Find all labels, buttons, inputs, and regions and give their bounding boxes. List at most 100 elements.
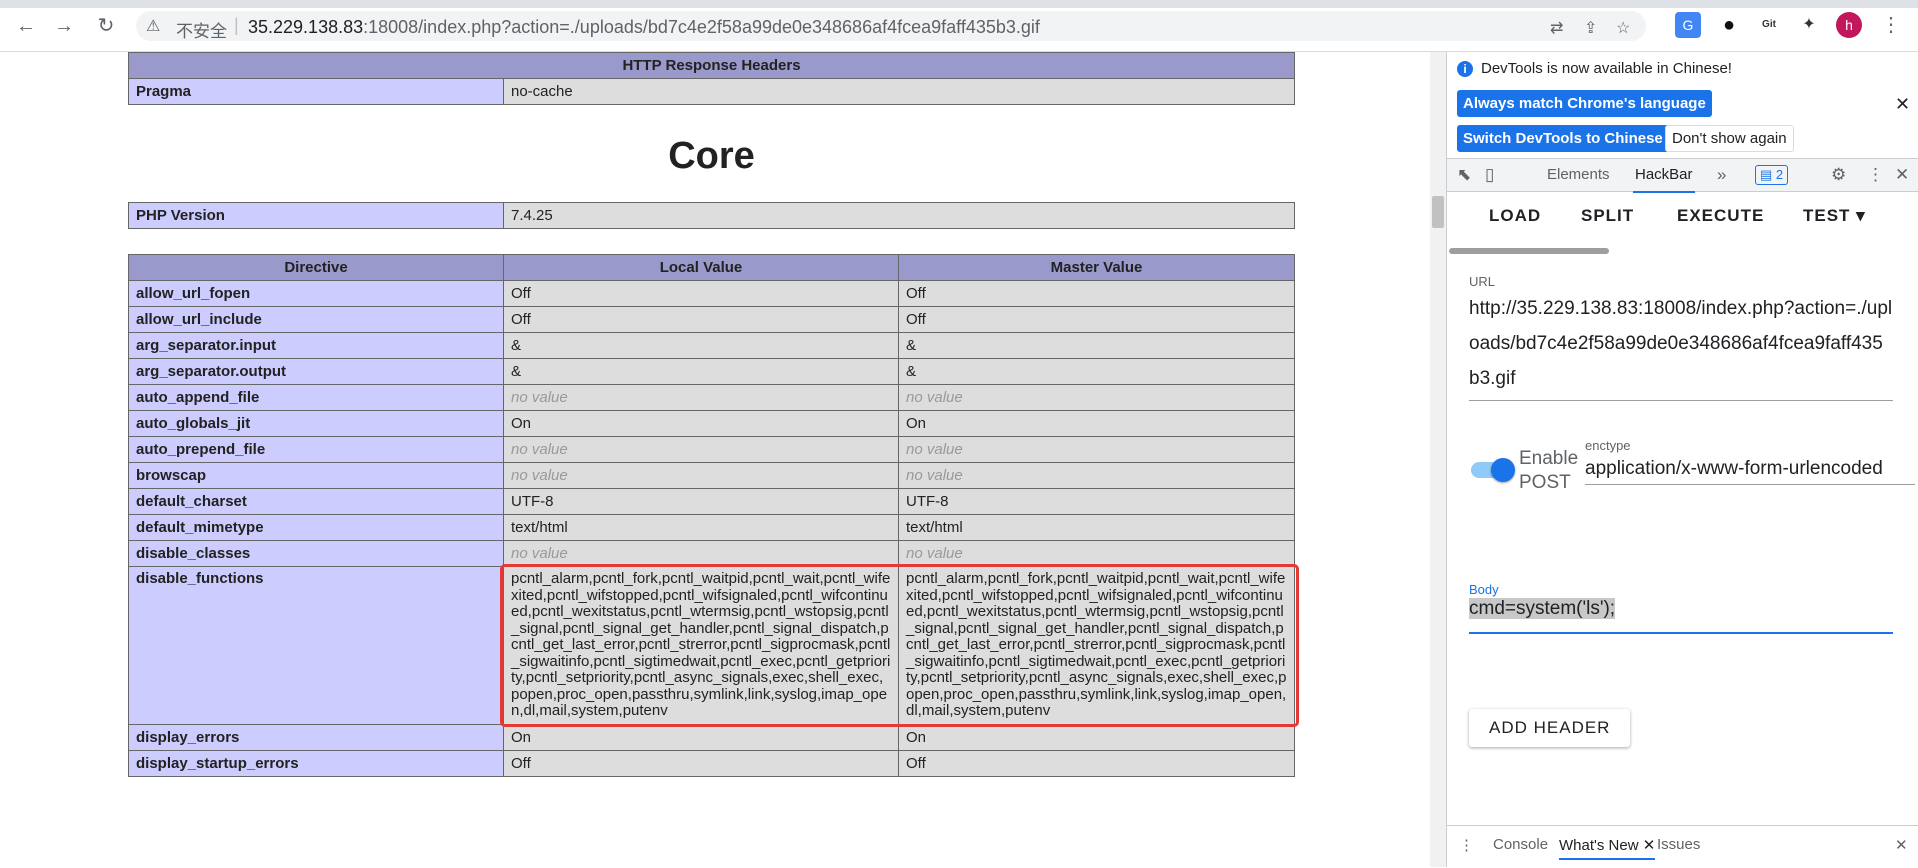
switch-language-button[interactable]: Switch DevTools to Chinese	[1457, 125, 1669, 152]
translate-icon[interactable]: ⇄	[1550, 18, 1563, 38]
local-value: no value	[503, 540, 899, 567]
no-value-text: no value	[906, 441, 963, 458]
page-content: HTTP Response Headers Pragma no-cache Co…	[0, 52, 1430, 867]
menu-icon[interactable]: ⋮	[1878, 12, 1904, 38]
master-value: no value	[898, 540, 1295, 567]
enctype-label: enctype	[1585, 438, 1631, 453]
dont-show-again-button[interactable]: Don't show again	[1665, 125, 1794, 152]
warning-icon: ⚠	[146, 18, 161, 35]
table-row: browscap no value no value	[128, 462, 1295, 489]
more-options-icon[interactable]: ⋮	[1867, 165, 1884, 185]
directive-name: display_startup_errors	[128, 749, 504, 777]
issues-badge[interactable]: ▤ 2	[1755, 165, 1789, 185]
url-host: 35.229.138.83	[248, 17, 364, 37]
puzzle-extensions-icon[interactable]: ✦	[1796, 12, 1822, 38]
devtools-panel: i DevTools is now available in Chinese! …	[1446, 52, 1918, 868]
no-value-text: no value	[511, 441, 568, 458]
tab-console[interactable]: Console	[1493, 836, 1548, 853]
master-value: no value	[898, 462, 1295, 489]
notice-message: DevTools is now available in Chinese!	[1481, 60, 1732, 77]
table-row: display_startup_errors Off Off	[128, 749, 1295, 777]
url-path: :18008/index.php?action=./uploads/bd7c4e…	[363, 17, 1040, 37]
more-tabs-icon[interactable]: »	[1717, 165, 1726, 185]
column-header: Directive	[128, 254, 504, 281]
avatar[interactable]: h	[1836, 12, 1862, 38]
local-value: UTF-8	[503, 488, 899, 515]
close-drawer-icon[interactable]: ✕	[1895, 836, 1908, 854]
load-button[interactable]: LOAD	[1489, 206, 1541, 226]
gitzip-extension-icon[interactable]: Git	[1756, 12, 1782, 38]
column-header: Master Value	[898, 254, 1295, 281]
page-scrollbar[interactable]	[1430, 52, 1446, 867]
no-value-text: no value	[906, 545, 963, 562]
drawer-menu-icon[interactable]: ⋮	[1459, 836, 1474, 854]
close-icon[interactable]: ✕	[1895, 94, 1910, 115]
enable-post-label: Enable POST	[1519, 448, 1579, 493]
master-value: no value	[898, 384, 1295, 411]
split-button[interactable]: SPLIT	[1581, 206, 1634, 226]
enable-post-toggle[interactable]	[1471, 458, 1515, 482]
body-label: Body	[1469, 582, 1499, 597]
master-value: &	[898, 358, 1295, 385]
master-value: On	[898, 723, 1295, 751]
highlight-box	[499, 563, 1299, 727]
reload-button[interactable]: ↻	[94, 14, 118, 38]
address-bar[interactable]: ⚠ 不安全 | 35.229.138.83:18008/index.php?ac…	[136, 11, 1646, 41]
table-row: arg_separator.input & &	[128, 332, 1295, 359]
url-label: URL	[1469, 274, 1496, 289]
master-value: no value	[898, 436, 1295, 463]
device-toggle-icon[interactable]: ▯	[1485, 165, 1494, 185]
column-header: Local Value	[503, 254, 899, 281]
add-header-button[interactable]: ADD HEADER	[1469, 709, 1631, 747]
google-translate-extension-icon[interactable]: G	[1675, 12, 1701, 38]
info-icon: i	[1457, 61, 1473, 77]
toggle-knob[interactable]	[1491, 458, 1515, 482]
tab-hackbar[interactable]: HackBar	[1633, 159, 1695, 193]
table-row: disable_classes no value no value	[128, 540, 1295, 567]
table-row: default_charset UTF-8 UTF-8	[128, 488, 1295, 515]
close-tab-icon[interactable]: ✕	[1643, 837, 1656, 854]
language-notice: i DevTools is now available in Chinese! …	[1447, 52, 1918, 158]
directive-name: browscap	[128, 462, 504, 489]
table-header: HTTP Response Headers	[128, 52, 1295, 79]
body-input[interactable]: cmd=system('ls');	[1469, 598, 1893, 634]
section-title: Core	[668, 135, 755, 177]
separator: |	[234, 15, 239, 35]
table-row: arg_separator.output & &	[128, 358, 1295, 385]
circle-extension-icon[interactable]: ●	[1716, 12, 1742, 38]
url-input[interactable]: http://35.229.138.83:18008/index.php?act…	[1469, 291, 1893, 401]
directive-name: display_errors	[128, 723, 504, 751]
share-icon[interactable]: ⇪	[1584, 18, 1597, 38]
browser-toolbar: ← → ↻ ⚠ 不安全 | 35.229.138.83:18008/index.…	[0, 0, 1918, 52]
table-row: display_errors On On	[128, 723, 1295, 751]
directive-name: auto_globals_jit	[128, 410, 504, 437]
match-language-button[interactable]: Always match Chrome's language	[1457, 90, 1712, 117]
hackbar-scrollbar[interactable]	[1449, 248, 1609, 254]
test-dropdown[interactable]: TEST ▾	[1803, 206, 1866, 226]
enctype-select[interactable]: application/x-www-form-urlencoded	[1585, 458, 1915, 485]
test-label: TEST	[1803, 206, 1851, 225]
master-value: Off	[898, 749, 1295, 777]
close-devtools-icon[interactable]: ✕	[1895, 165, 1909, 185]
local-value: &	[503, 358, 899, 385]
url-text[interactable]: 35.229.138.83:18008/index.php?action=./u…	[248, 17, 1040, 38]
forward-button[interactable]: →	[52, 14, 76, 38]
execute-button[interactable]: EXECUTE	[1677, 206, 1764, 226]
directive-name: allow_url_include	[128, 306, 504, 333]
directive-name: arg_separator.input	[128, 332, 504, 359]
no-value-text: no value	[906, 389, 963, 406]
settings-icon[interactable]: ⚙	[1831, 165, 1846, 185]
tab-elements[interactable]: Elements	[1547, 159, 1610, 191]
local-value: no value	[503, 462, 899, 489]
scrollbar-thumb[interactable]	[1432, 196, 1444, 228]
star-icon[interactable]: ☆	[1616, 18, 1630, 38]
tab-whats-new[interactable]: What's New ✕	[1559, 836, 1656, 860]
local-value: Off	[503, 280, 899, 307]
master-value: text/html	[898, 514, 1295, 541]
hackbar-toolbar: LOAD SPLIT EXECUTE TEST ▾	[1447, 192, 1918, 244]
tab-issues[interactable]: Issues	[1657, 836, 1700, 853]
back-button[interactable]: ←	[14, 14, 38, 38]
inspect-icon[interactable]: ⬉	[1457, 165, 1471, 185]
table-row: auto_append_file no value no value	[128, 384, 1295, 411]
body-text: cmd=system('ls');	[1469, 598, 1616, 619]
